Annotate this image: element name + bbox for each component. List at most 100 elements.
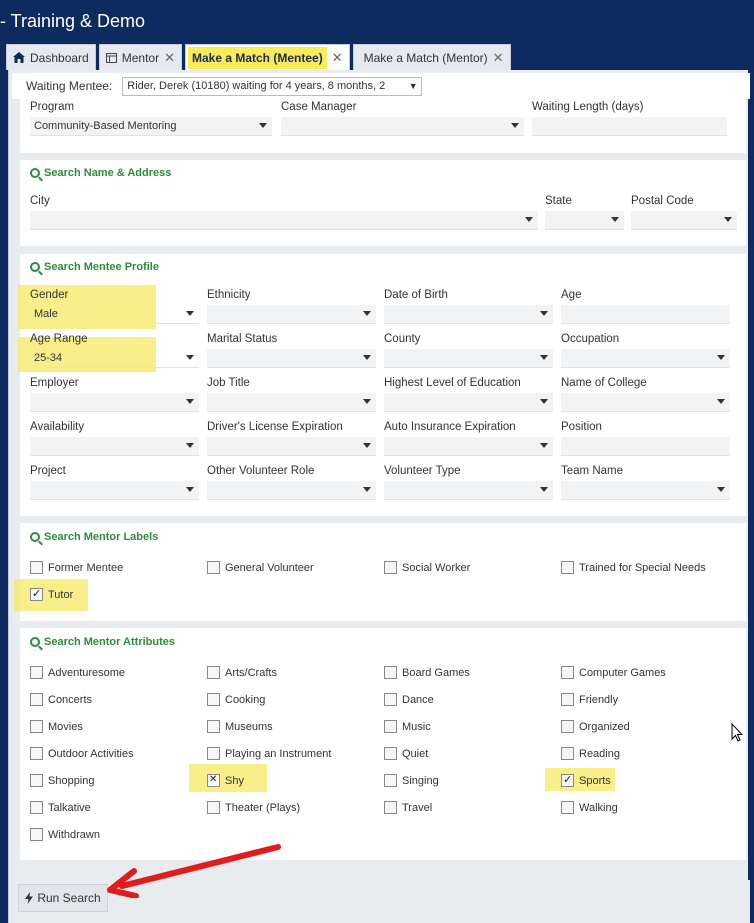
chevron-down-icon[interactable]: ▼ (405, 77, 422, 95)
checkbox[interactable] (207, 774, 220, 787)
checkbox-friendly[interactable]: Friendly (561, 693, 618, 706)
checkbox[interactable] (207, 747, 220, 760)
volunteer-type-select[interactable] (384, 481, 553, 500)
education-select[interactable] (384, 393, 553, 412)
waiting-mentee-select[interactable]: Rider, Derek (10180) waiting for 4 years… (122, 76, 423, 96)
gender-select[interactable]: Male (30, 305, 199, 324)
city-select[interactable] (30, 211, 538, 230)
close-icon[interactable]: ✕ (332, 50, 343, 66)
state-select[interactable] (545, 211, 624, 230)
tab-mentor[interactable]: Mentor ✕ (98, 44, 182, 70)
team-name-select[interactable] (561, 481, 730, 500)
checkbox-walking[interactable]: Walking (561, 801, 618, 814)
checkbox[interactable] (384, 747, 397, 760)
auto-insurance-select[interactable] (384, 437, 553, 456)
checkbox-withdrawn[interactable]: Withdrawn (30, 828, 100, 841)
checkbox[interactable] (207, 693, 220, 706)
checkbox[interactable] (384, 720, 397, 733)
checkbox-general-volunteer[interactable]: General Volunteer (207, 561, 314, 574)
chevron-down-icon (363, 311, 371, 316)
checkbox-shy[interactable]: Shy (207, 774, 244, 787)
checkbox-reading[interactable]: Reading (561, 747, 620, 760)
checkbox[interactable] (30, 587, 43, 601)
checkbox[interactable] (30, 561, 43, 574)
date-of-birth-select[interactable] (384, 305, 553, 324)
checkbox-concerts[interactable]: Concerts (30, 693, 92, 706)
checkbox-tutor[interactable]: Tutor (30, 587, 73, 601)
checkbox[interactable] (561, 666, 574, 679)
ethnicity-select[interactable] (207, 305, 376, 324)
marital-status-select[interactable] (207, 349, 376, 368)
employer-select[interactable] (30, 393, 199, 412)
checkbox[interactable] (207, 561, 220, 574)
checkbox-movies[interactable]: Movies (30, 720, 83, 733)
drivers-license-select[interactable] (207, 437, 376, 456)
checkbox[interactable] (561, 693, 574, 706)
checkbox-talkative[interactable]: Talkative (30, 801, 91, 814)
checkbox[interactable] (384, 774, 397, 787)
checkbox-travel[interactable]: Travel (384, 801, 432, 814)
checkbox-sports[interactable]: Sports (561, 773, 611, 787)
job-title-select[interactable] (207, 393, 376, 412)
checkbox[interactable] (384, 561, 397, 574)
tab-make-a-match-mentee[interactable]: Make a Match (Mentee) ✕ (184, 44, 350, 70)
postal-code-select[interactable] (631, 211, 737, 230)
age-input[interactable] (561, 305, 730, 324)
age-range-select[interactable]: 25-34 (30, 349, 199, 368)
checkbox-singing[interactable]: Singing (384, 774, 439, 787)
other-role-select[interactable] (207, 481, 376, 500)
tab-dashboard[interactable]: Dashboard (6, 44, 96, 70)
checkbox-social-worker[interactable]: Social Worker (384, 561, 470, 574)
project-select[interactable] (30, 481, 199, 500)
checkbox[interactable] (30, 774, 43, 787)
checkbox[interactable] (207, 666, 220, 679)
case-manager-select[interactable] (281, 117, 524, 136)
position-input[interactable] (561, 437, 730, 456)
checkbox[interactable] (30, 693, 43, 706)
close-icon[interactable]: ✕ (493, 50, 504, 66)
checkbox[interactable] (561, 720, 574, 733)
checkbox[interactable] (30, 666, 43, 679)
employer-field: Employer (30, 377, 199, 412)
checkbox-museums[interactable]: Museums (207, 720, 273, 733)
checkbox[interactable] (207, 720, 220, 733)
checkbox[interactable] (30, 720, 43, 733)
checkbox-former-mentee[interactable]: Former Mentee (30, 561, 123, 574)
checkbox-music[interactable]: Music (384, 720, 431, 733)
checkbox-board-games[interactable]: Board Games (384, 666, 470, 679)
case-manager-field: Case Manager (281, 101, 524, 136)
checkbox[interactable] (384, 666, 397, 679)
checkbox[interactable] (384, 801, 397, 814)
tab-make-a-match-mentor[interactable]: Make a Match (Mentor) ✕ (352, 44, 511, 70)
checkbox[interactable] (561, 561, 574, 574)
checkbox[interactable] (30, 801, 43, 814)
checkbox-playing-an-instrument[interactable]: Playing an Instrument (207, 747, 331, 760)
checkbox[interactable] (384, 693, 397, 706)
checkbox[interactable] (207, 801, 220, 814)
checkbox-organized[interactable]: Organized (561, 720, 630, 733)
checkbox-trained-special-needs[interactable]: Trained for Special Needs (561, 561, 706, 574)
run-search-button[interactable]: Run Search (18, 884, 108, 912)
checkbox-computer-games[interactable]: Computer Games (561, 666, 666, 679)
checkbox-cooking[interactable]: Cooking (207, 693, 265, 706)
availability-select[interactable] (30, 437, 199, 456)
program-select[interactable]: Community-Based Mentoring (30, 117, 272, 136)
waiting-length-input[interactable] (532, 117, 727, 136)
college-select[interactable] (561, 393, 730, 412)
occupation-select[interactable] (561, 349, 730, 368)
checkbox-shopping[interactable]: Shopping (30, 774, 95, 787)
checkbox-adventuresome[interactable]: Adventuresome (30, 666, 125, 679)
close-icon[interactable]: ✕ (164, 50, 175, 66)
checkbox[interactable] (30, 828, 43, 841)
checkbox-label: Concerts (48, 693, 93, 706)
checkbox[interactable] (561, 773, 574, 787)
county-select[interactable] (384, 349, 553, 368)
checkbox-theater-plays[interactable]: Theater (Plays) (207, 801, 300, 814)
checkbox-arts-crafts[interactable]: Arts/Crafts (207, 666, 277, 679)
checkbox-dance[interactable]: Dance (384, 693, 434, 706)
checkbox[interactable] (561, 801, 574, 814)
checkbox[interactable] (561, 747, 574, 760)
checkbox-quiet[interactable]: Quiet (384, 747, 428, 760)
checkbox[interactable] (30, 747, 43, 760)
checkbox-outdoor-activities[interactable]: Outdoor Activities (30, 747, 134, 760)
